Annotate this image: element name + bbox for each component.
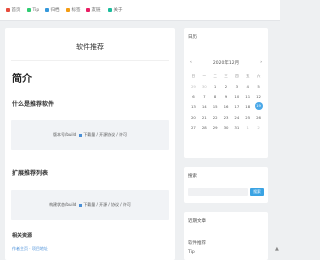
weekday-label: 二 — [213, 74, 217, 78]
recent-post-link[interactable]: 软件推荐 — [188, 240, 206, 246]
calendar-day[interactable]: 6 — [188, 94, 199, 99]
badge[interactable]: 构建状态/build — [49, 202, 76, 208]
calendar-day[interactable]: 23 — [221, 115, 232, 120]
calendar-day[interactable]: 15 — [210, 104, 221, 110]
calendar-day[interactable]: 31 — [231, 125, 242, 130]
calendar-day[interactable]: 17 — [231, 104, 242, 110]
nav-item-tip[interactable]: Tip — [27, 6, 39, 14]
archive-icon — [45, 8, 49, 12]
weekday-label: 一 — [202, 74, 207, 78]
calendar-day[interactable]: 7 — [199, 94, 210, 99]
search-input[interactable] — [188, 188, 248, 196]
calendar-day[interactable]: 10 — [231, 94, 242, 99]
calendar-day[interactable]: 11 — [242, 94, 253, 99]
calendar-day[interactable]: 1 — [210, 84, 221, 89]
recent-title: 近期文章 — [188, 219, 206, 224]
weekday-label: 四 — [235, 74, 239, 78]
badge-panel: 构建状态/build 下载量 / 开源 / 协议 / 许可 — [11, 190, 169, 220]
calendar-day[interactable]: 2 — [221, 84, 232, 89]
calendar-day[interactable]: 4 — [242, 84, 253, 89]
calendar-day[interactable]: 9 — [221, 94, 232, 99]
badge[interactable]: 下载量 / 开源协议 / 许可 — [79, 132, 127, 138]
recent-posts-widget: 近期文章 软件推荐 Tip — [184, 212, 268, 260]
badge-label: 下载量 / 开源协议 / 许可 — [83, 132, 127, 137]
weekday-label: 三 — [224, 74, 228, 78]
nav-label: 归档 — [50, 8, 60, 13]
nav-label: 友链 — [91, 8, 101, 13]
calendar-title: 日历 — [188, 35, 197, 40]
calendar-month: 2020年12月 — [212, 61, 240, 66]
tip-icon — [27, 8, 31, 12]
badge-label: 版本号/build — [53, 132, 77, 137]
search-widget: 搜索 搜索 — [184, 167, 268, 203]
calendar-day[interactable]: 28 — [199, 125, 210, 130]
badge[interactable]: 下载量 / 开源 / 协议 / 许可 — [79, 202, 131, 208]
calendar-widget: 日历 ‹ 2020年12月 › 日一二三四五六 29 30 1 2 3 4 5 6 7 8 9 10 1… — [184, 28, 268, 158]
weekday-label: 六 — [256, 74, 261, 78]
nav-item-home[interactable]: 首页 — [6, 6, 21, 14]
resources-label: 相关资源 — [12, 233, 33, 239]
calendar-day[interactable]: 18 — [242, 104, 253, 110]
weekday-label: 日 — [191, 74, 196, 78]
calendar-day[interactable]: 30 — [221, 125, 232, 130]
nav-item-archive[interactable]: 归档 — [45, 6, 60, 14]
intro-heading: 简介 — [12, 74, 32, 85]
calendar-day[interactable]: 30 — [199, 84, 210, 89]
about-icon — [108, 8, 112, 12]
calendar-day[interactable]: 16 — [221, 104, 232, 110]
chevron-right-icon[interactable]: › — [260, 60, 262, 65]
link-icon — [86, 8, 90, 12]
tag-icon — [66, 8, 70, 12]
resources-links[interactable]: 作者主页 · 项目地址 — [12, 246, 48, 252]
badge-panel: 版本号/build 下载量 / 开源协议 / 许可 — [11, 120, 169, 150]
badge-label: 构建状态/build — [49, 202, 77, 207]
nav-label: 首页 — [11, 8, 21, 13]
badge[interactable]: 版本号/build — [53, 132, 76, 138]
weekday-label: 五 — [245, 74, 250, 78]
calendar-day[interactable]: 19 — [254, 102, 263, 110]
image-icon — [79, 133, 83, 137]
section-heading: 扩展推荐列表 — [12, 170, 49, 177]
calendar-day[interactable]: 27 — [188, 125, 199, 130]
nav-item-links[interactable]: 友链 — [86, 6, 101, 14]
calendar-day[interactable]: 13 — [188, 104, 199, 110]
calendar-day[interactable]: 25 — [242, 115, 253, 120]
title-divider — [11, 60, 169, 61]
nav-label: Tip — [32, 7, 40, 13]
calendar-day[interactable]: 12 — [253, 94, 264, 99]
home-icon — [6, 8, 10, 12]
scroll-up-icon[interactable]: ▲ — [275, 246, 279, 254]
search-button[interactable]: 搜索 — [250, 188, 264, 196]
calendar-day[interactable]: 20 — [188, 115, 199, 120]
top-nav: 首页 Tip 归档 标签 友链 关于 — [0, 0, 280, 21]
calendar-day[interactable]: 21 — [199, 115, 210, 120]
calendar-day[interactable]: 5 — [253, 84, 264, 89]
recent-post-link[interactable]: Tip — [188, 250, 195, 255]
article-title: 软件推荐 — [76, 43, 104, 51]
calendar-day[interactable]: 14 — [199, 104, 210, 110]
nav-item-about[interactable]: 关于 — [108, 6, 123, 14]
calendar-weekdays: 日一二三四五六 — [188, 74, 264, 79]
calendar-day[interactable]: 24 — [231, 115, 242, 120]
image-icon — [79, 203, 83, 207]
article-card: 软件推荐 简介 什么是推荐软件 版本号/build 下载量 / 开源协议 / 许… — [5, 28, 175, 260]
calendar-day[interactable]: 26 — [253, 115, 264, 120]
nav-item-tags[interactable]: 标签 — [66, 6, 81, 14]
calendar-day[interactable]: 1 — [242, 125, 253, 130]
calendar-day[interactable]: 3 — [231, 84, 242, 89]
calendar-day[interactable]: 29 — [210, 125, 221, 130]
calendar-days: 29 30 1 2 3 4 5 6 7 8 9 10 11 12 13 14 15 16 17 18 19 20 21 22 2… — [188, 84, 264, 130]
calendar-day[interactable]: 2 — [253, 125, 264, 130]
nav-label: 标签 — [71, 8, 81, 13]
search-title: 搜索 — [188, 174, 197, 179]
calendar-day[interactable]: 22 — [210, 115, 221, 120]
calendar-day[interactable]: 29 — [188, 84, 199, 89]
calendar-header: ‹ 2020年12月 › — [184, 60, 268, 68]
nav-label: 关于 — [113, 8, 123, 13]
badge-label: 下载量 / 开源 / 协议 / 许可 — [83, 202, 131, 207]
calendar-day[interactable]: 8 — [210, 94, 221, 99]
section-heading: 什么是推荐软件 — [12, 101, 55, 108]
